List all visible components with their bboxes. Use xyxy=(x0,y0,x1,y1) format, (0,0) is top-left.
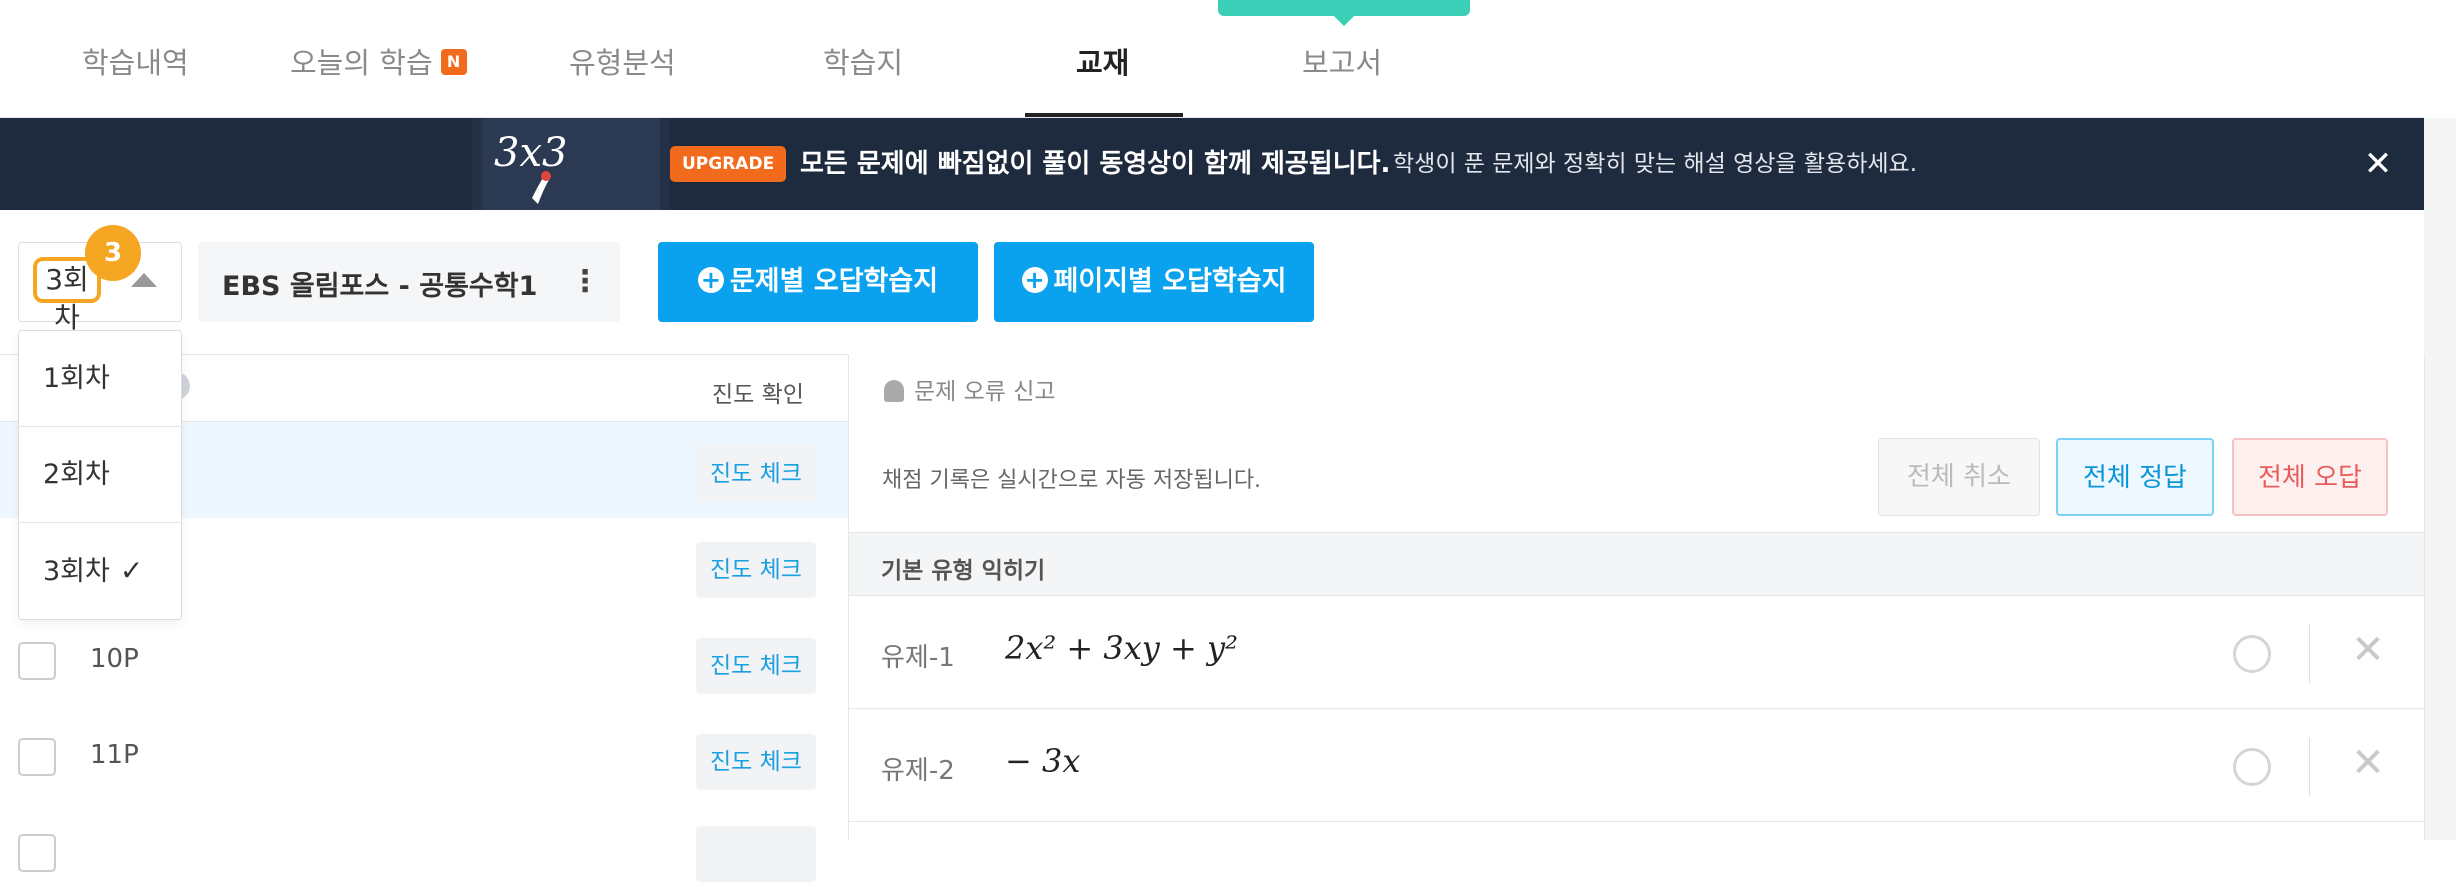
row-checkbox[interactable] xyxy=(18,642,56,680)
button-label: 페이지별 오답학습지 xyxy=(1053,266,1287,297)
round-option-2[interactable]: 2회차 xyxy=(19,427,181,523)
report-label: 문제 오류 신고 xyxy=(914,379,1056,405)
round-option-1[interactable]: 1회차 xyxy=(19,331,181,427)
mark-correct-icon[interactable] xyxy=(2233,748,2271,786)
tab-label: 학습지 xyxy=(823,46,904,80)
question-expression: − 3x xyxy=(1005,742,1081,780)
wrong-answer-by-page-button[interactable]: + 페이지별 오답학습지 xyxy=(994,242,1314,322)
banner-illustration: 3x3 xyxy=(472,118,670,210)
mark-separator xyxy=(2309,738,2310,796)
bell-icon xyxy=(884,379,904,402)
round-option-3[interactable]: 3회차 ✓ xyxy=(19,523,181,619)
progress-check-button[interactable]: 진도 체크 xyxy=(696,446,816,502)
panel-edge xyxy=(2424,354,2425,840)
mark-all-wrong-button[interactable]: 전체 오답 xyxy=(2232,438,2388,516)
tab-worksheet[interactable]: 학습지 xyxy=(823,40,903,82)
mark-wrong-icon[interactable]: ✕ xyxy=(2343,738,2393,788)
question-row: 유제-1 2x² + 3xy + y² ✕ xyxy=(849,597,2424,709)
banner-subtext: 학생이 푼 문제와 정확히 맞는 해설 영상을 활용하세요. xyxy=(1393,151,1918,177)
tab-type-analysis[interactable]: 유형분석 xyxy=(569,40,676,82)
tab-textbook[interactable]: 교재 xyxy=(1076,40,1129,82)
list-item: 11P 진도 체크 xyxy=(0,710,848,806)
question-expression: 2x² + 3xy + y² xyxy=(1005,629,1238,667)
section-title: 기본 유형 익히기 xyxy=(881,558,1046,584)
mark-separator xyxy=(2309,625,2310,683)
option-label: 3회차 xyxy=(43,556,110,587)
new-badge: N xyxy=(440,49,467,75)
question-label: 유제-2 xyxy=(881,756,955,786)
button-label: 문제별 오답학습지 xyxy=(729,266,939,297)
progress-check-button[interactable]: 진도 체크 xyxy=(696,734,816,790)
book-selector[interactable]: EBS 올림포스 - 공통수학1 ⋮ xyxy=(198,242,620,322)
tab-today-study[interactable]: 오늘의 학습 N xyxy=(290,40,467,82)
wrong-answer-by-question-button[interactable]: + 문제별 오답학습지 xyxy=(658,242,978,322)
list-item xyxy=(0,806,848,882)
option-label: 2회차 xyxy=(43,459,110,490)
tab-label: 보고서 xyxy=(1302,46,1383,80)
tab-label: 교재 xyxy=(1076,46,1130,80)
cancel-all-button[interactable]: 전체 취소 xyxy=(1878,438,2040,516)
tab-label: 오늘의 학습 xyxy=(290,46,433,80)
row-checkbox[interactable] xyxy=(18,738,56,776)
list-item: 10P 진도 체크 xyxy=(0,614,848,710)
tab-label: 학습내역 xyxy=(82,46,189,80)
upgrade-badge[interactable]: UPGRADE xyxy=(670,146,787,182)
mark-wrong-icon[interactable]: ✕ xyxy=(2343,625,2393,675)
tab-study-history[interactable]: 학습내역 xyxy=(82,40,189,82)
autosave-note: 채점 기록은 실시간으로 자동 저장됩니다. xyxy=(882,468,1262,493)
progress-header-label: 진도 확인 xyxy=(712,382,804,408)
progress-check-button[interactable]: 진도 체크 xyxy=(696,638,816,694)
mark-all-correct-button[interactable]: 전체 정답 xyxy=(2056,438,2214,516)
question-label: 유제-1 xyxy=(881,643,955,673)
banner-logo-icon: 3x3 xyxy=(482,118,660,210)
section-header: 기본 유형 익히기 xyxy=(849,532,2424,596)
scroll-gutter xyxy=(2424,118,2456,840)
progress-check-button[interactable]: 진도 체크 xyxy=(696,542,816,598)
page-label: 11P xyxy=(90,740,139,770)
progress-check-button[interactable] xyxy=(696,826,816,882)
plus-circle-icon: + xyxy=(1021,266,1048,293)
report-error-link[interactable]: 문제 오류 신고 xyxy=(884,372,1056,406)
page-label: 10P xyxy=(90,644,139,674)
option-label: 1회차 xyxy=(43,363,110,394)
banner-headline: 모든 문제에 빠짐없이 풀이 동영상이 함께 제공됩니다. xyxy=(800,149,1391,179)
mark-correct-icon[interactable] xyxy=(2233,635,2271,673)
active-tab-indicator xyxy=(1025,113,1183,117)
question-row: 유제-2 − 3x ✕ xyxy=(849,710,2424,822)
close-icon[interactable]: ✕ xyxy=(2358,144,2398,184)
check-icon: ✓ xyxy=(119,554,144,587)
tab-label: 유형분석 xyxy=(569,46,676,80)
round-dropdown-menu: 1회차 2회차 3회차 ✓ xyxy=(18,330,182,620)
tab-bar: 학습내역 오늘의 학습 N 유형분석 학습지 교재 보고서 xyxy=(0,0,2424,118)
banner-art-text: 3x3 xyxy=(494,130,567,176)
caret-up-icon[interactable] xyxy=(131,273,157,287)
tooltip-tip xyxy=(1218,0,1470,26)
more-options-icon[interactable]: ⋮ xyxy=(570,262,600,302)
plus-circle-icon: + xyxy=(697,266,724,293)
tab-report[interactable]: 보고서 xyxy=(1302,40,1382,82)
step-badge: 3 xyxy=(85,225,141,281)
book-title: EBS 올림포스 - 공통수학1 xyxy=(222,271,538,302)
